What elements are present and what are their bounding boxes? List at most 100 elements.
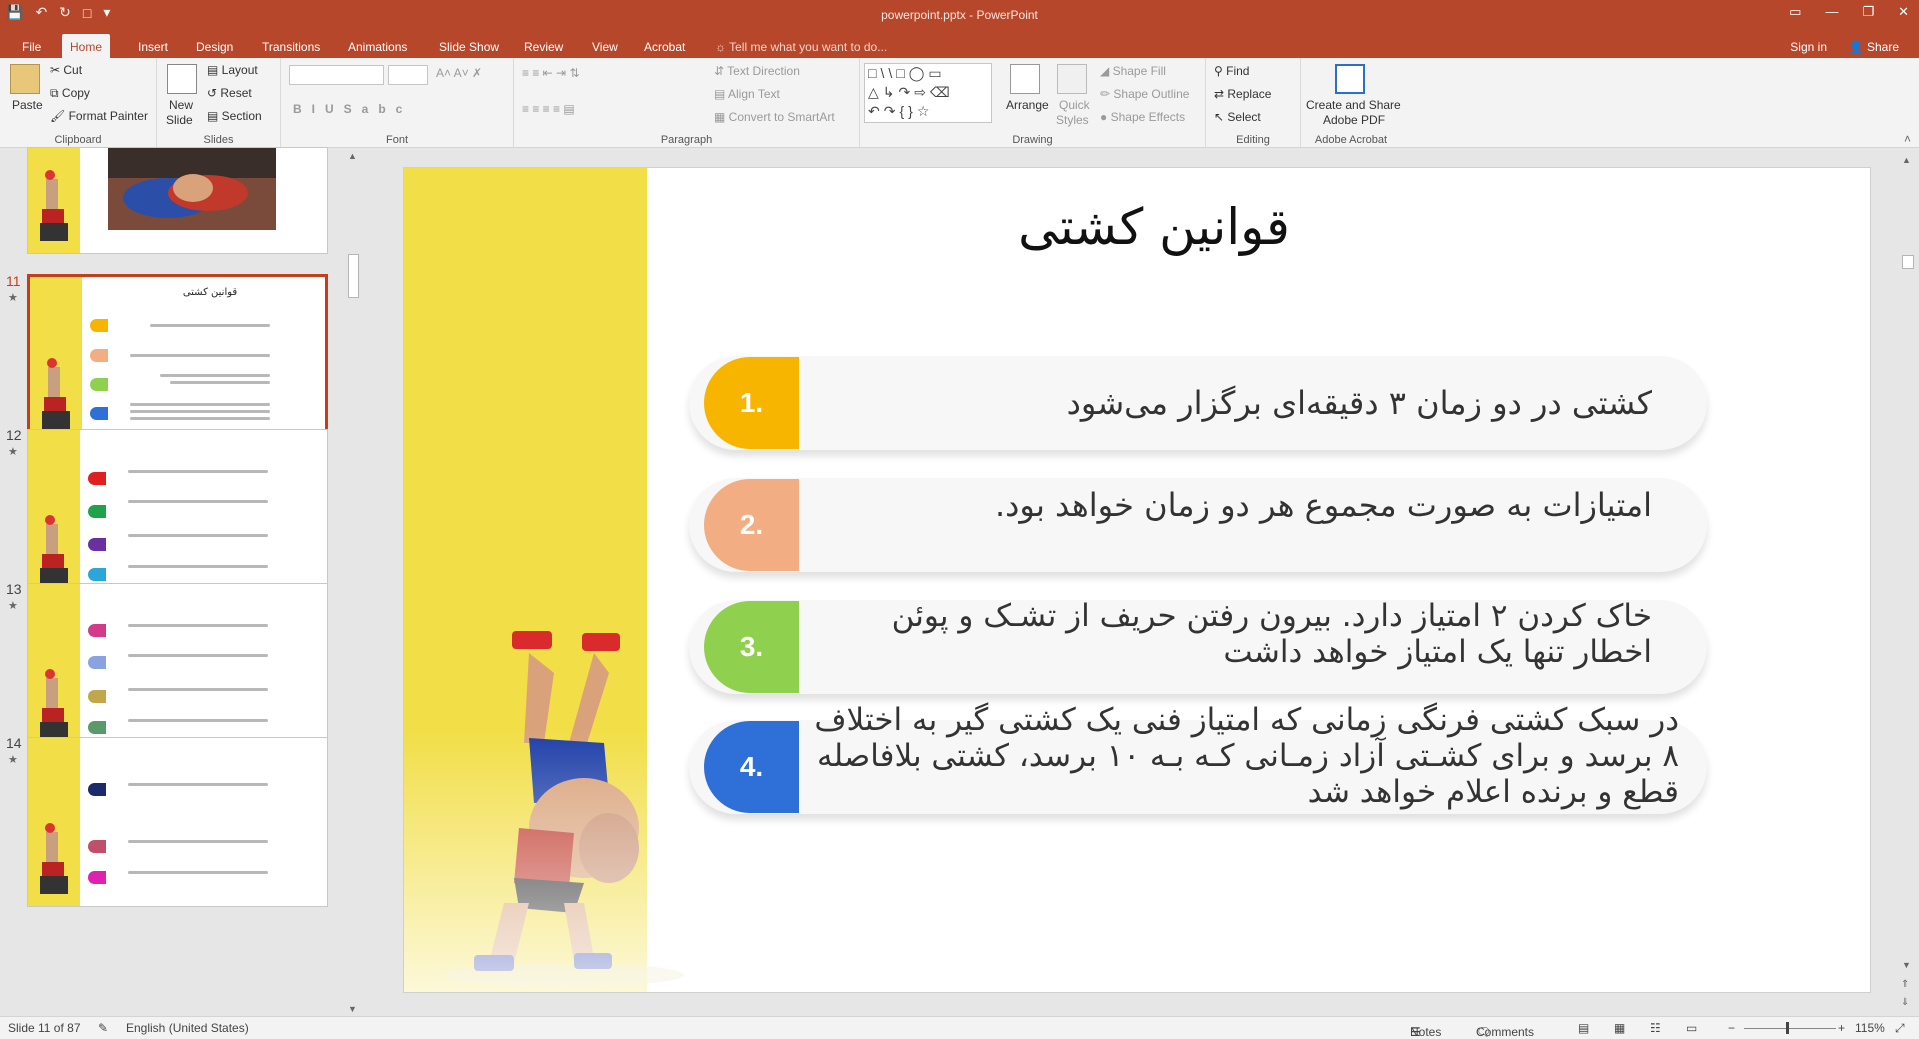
copy-button[interactable]: ⧉ Copy <box>50 86 90 101</box>
font-group: A˄ A˅ ✗ BIUSabc Font <box>281 58 514 148</box>
scroll-up-icon[interactable]: ▲ <box>1902 155 1911 165</box>
scrollbar-thumb[interactable] <box>1902 255 1914 269</box>
slide-thumbnail-14[interactable] <box>27 737 328 907</box>
tab-transitions[interactable]: Transitions <box>254 36 328 58</box>
slide-thumbnail-10[interactable] <box>27 147 328 254</box>
slide-title[interactable]: قوانین کشتی <box>904 198 1404 256</box>
tab-slide-show[interactable]: Slide Show <box>431 36 507 58</box>
paste-icon[interactable] <box>10 64 40 94</box>
shape-outline-button[interactable]: ✏ Shape Outline <box>1100 87 1189 101</box>
zoom-in-button[interactable]: + <box>1838 1021 1845 1035</box>
tab-file[interactable]: File <box>14 36 49 58</box>
zoom-level[interactable]: 115% <box>1855 1021 1885 1035</box>
scroll-up-icon[interactable]: ▲ <box>348 151 357 161</box>
cut-button[interactable]: ✂ Cut <box>50 63 82 77</box>
tab-insert[interactable]: Insert <box>130 36 176 58</box>
tab-animations[interactable]: Animations <box>340 36 415 58</box>
share-button[interactable]: 👤 Share <box>1849 40 1899 54</box>
rule-item-4[interactable]: 4. در سبک کشتی فرنگی زمانی که امتیاز فنی… <box>689 702 1707 814</box>
paste-button[interactable]: Paste <box>12 98 43 112</box>
slide-thumbnail-12[interactable] <box>27 429 328 599</box>
thumb-dot <box>88 656 106 669</box>
next-slide-icon[interactable]: ⇓ <box>1901 997 1909 1008</box>
thumb-dot <box>88 783 106 796</box>
zoom-out-button[interactable]: − <box>1728 1021 1735 1035</box>
layout-button[interactable]: ▤ Layout <box>207 63 258 77</box>
ribbon-display-options-icon[interactable]: ▭ <box>1789 4 1801 20</box>
drawing-label: Drawing <box>1012 134 1053 146</box>
rule-number-4-text: 4. <box>739 751 764 782</box>
format-painter-button[interactable]: 🖌 Format Painter <box>50 109 148 123</box>
font-size-select[interactable] <box>388 65 428 85</box>
rule-item-3[interactable]: 3. خاک کردن ۲ امتیاز دارد. بیرون رفتن حر… <box>689 598 1707 694</box>
thumbnails-scrollbar[interactable]: ▲ ▼ <box>345 149 362 1016</box>
thumb-dot <box>88 538 106 551</box>
shape-fill-button[interactable]: ◢ Shape Fill <box>1100 64 1166 78</box>
tell-me-search[interactable]: ☼ Tell me what you want to do... <box>715 40 887 54</box>
font-grow-icon[interactable]: A˄ A˅ ✗ <box>436 66 482 80</box>
reading-view-icon[interactable]: ☷ <box>1650 1021 1661 1035</box>
adobe-pdf-icon[interactable] <box>1335 64 1365 94</box>
quick-styles-icon[interactable] <box>1057 64 1087 94</box>
slide-thumbnail-11[interactable]: قوانین کشتی <box>27 274 328 444</box>
rule-number-2-text: 2. <box>739 509 764 540</box>
shape-outline-label: Shape Outline <box>1113 87 1190 101</box>
create-share-pdf-button-line2[interactable]: Adobe PDF <box>1323 113 1385 127</box>
rule-number-1-text: 1. <box>739 387 764 418</box>
reset-button[interactable]: ↺ Reset <box>207 86 252 100</box>
list-buttons[interactable]: ≡ ≡ ⇤ ⇥ ⇅ <box>522 66 580 80</box>
shapes-gallery[interactable]: □\\□◯▭ △↳↷⇨⌫ ↶↷{}☆ <box>864 63 992 123</box>
text-direction-button[interactable]: ⇵ Text Direction <box>714 64 800 78</box>
sign-in-link[interactable]: Sign in <box>1790 40 1827 54</box>
fit-to-window-icon[interactable]: ⤢ <box>1895 1021 1905 1036</box>
replace-button[interactable]: ⇄ Replace <box>1214 87 1271 101</box>
zoom-slider-thumb[interactable] <box>1786 1022 1789 1034</box>
find-button[interactable]: ⚲ Find <box>1214 64 1249 78</box>
align-text-button[interactable]: ▤ Align Text <box>714 87 780 101</box>
section-button[interactable]: ▤ Section <box>207 109 262 123</box>
tab-acrobat[interactable]: Acrobat <box>636 36 693 58</box>
slide-vertical-scrollbar[interactable]: ▲ ▼ ⇑ ⇓ <box>1896 149 1919 1016</box>
align-buttons[interactable]: ≡ ≡ ≡ ≡ ▤ <box>522 102 575 116</box>
scroll-down-icon[interactable]: ▼ <box>1902 960 1911 970</box>
find-label: Find <box>1226 64 1250 78</box>
language-indicator[interactable]: English (United States) <box>126 1021 249 1035</box>
select-button[interactable]: ↖ Select <box>1214 110 1261 124</box>
create-share-pdf-button[interactable]: Create and Share <box>1306 98 1401 112</box>
font-family-select[interactable] <box>289 65 384 85</box>
close-icon[interactable]: ✕ <box>1898 4 1909 20</box>
slideshow-view-icon[interactable]: ▭ <box>1686 1021 1697 1035</box>
collapse-ribbon-icon[interactable]: ˄ <box>1904 132 1911 146</box>
restore-icon[interactable]: ❐ <box>1862 4 1874 20</box>
rule-item-1[interactable]: 1. کشتی در دو زمان ۳ دقیقه‌ای برگزار می‌… <box>689 356 1707 450</box>
thumb-text-line <box>128 840 268 843</box>
tab-review[interactable]: Review <box>516 36 571 58</box>
normal-view-icon[interactable]: ▤ <box>1578 1021 1589 1035</box>
minimize-icon[interactable]: — <box>1825 4 1838 20</box>
new-slide-button[interactable]: New <box>169 98 193 112</box>
scroll-down-icon[interactable]: ▼ <box>348 1004 357 1014</box>
current-slide[interactable]: قوانین کشتی 1. کشتی در دو زمان ۳ دقیقه‌ا… <box>403 167 1871 993</box>
tab-design[interactable]: Design <box>188 36 241 58</box>
spell-check-icon[interactable]: ✎ <box>98 1021 108 1035</box>
new-slide-button-line2[interactable]: Slide <box>166 113 193 127</box>
convert-smartart-button[interactable]: ▦ Convert to SmartArt <box>714 110 835 124</box>
tab-home[interactable]: Home <box>62 34 111 58</box>
quick-styles-button[interactable]: Quick <box>1059 98 1090 112</box>
arrange-button[interactable]: Arrange <box>1006 98 1049 112</box>
editing-group: ⚲ Find ⇄ Replace ↖ Select Editing <box>1206 58 1301 148</box>
slide-sorter-icon[interactable]: ▦ <box>1614 1021 1625 1035</box>
slide-thumbnail-13[interactable] <box>27 583 328 753</box>
shape-effects-button[interactable]: ● Shape Effects <box>1100 110 1185 124</box>
tab-view[interactable]: View <box>584 36 626 58</box>
font-format-buttons[interactable]: BIUSabc <box>293 102 412 116</box>
thumb-text-line <box>128 688 268 691</box>
zoom-slider-track[interactable] <box>1744 1028 1836 1029</box>
rule-number-4: 4. <box>704 721 799 813</box>
arrange-icon[interactable] <box>1010 64 1040 94</box>
scrollbar-thumb[interactable] <box>348 254 359 298</box>
new-slide-icon[interactable] <box>167 64 197 94</box>
rule-item-2[interactable]: 2. امتیازات به صورت مجموع هر دو زمان خوا… <box>689 478 1707 572</box>
previous-slide-icon[interactable]: ⇑ <box>1901 979 1909 990</box>
quick-styles-button-line2[interactable]: Styles <box>1056 113 1089 127</box>
